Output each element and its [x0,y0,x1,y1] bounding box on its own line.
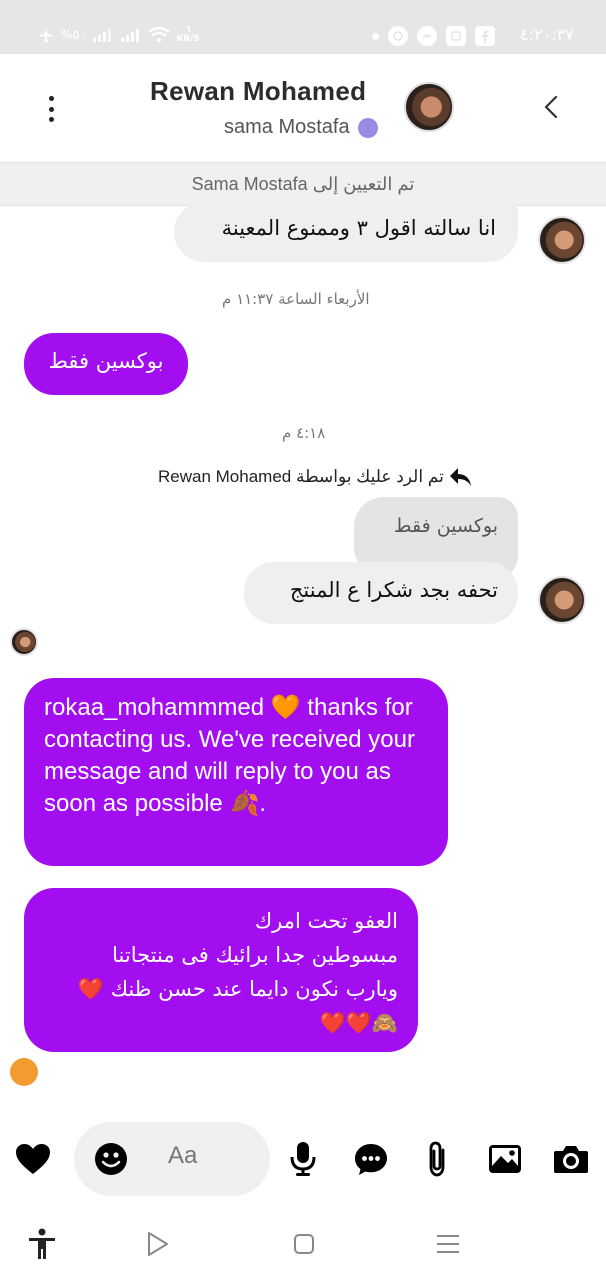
reply-arrow-icon [449,468,471,486]
saved-replies-button[interactable] [352,1140,390,1178]
incoming-message[interactable]: انا سالته اقول ٣ وممنوع المعينة [174,202,518,262]
camera-icon [554,1146,588,1173]
back-arrow-icon[interactable] [540,94,566,120]
message-line: مبسوطين جدا برائيك فى منتجاتنا [112,943,398,967]
whatsapp-icon [388,26,408,46]
clock: ٤:٢٠:٣٧ [520,25,574,44]
like-button[interactable] [14,1140,52,1178]
messenger-icon [417,26,437,46]
app-notification-icon [446,26,466,46]
accessibility-button[interactable] [26,1228,58,1260]
attachment-button[interactable] [418,1140,456,1178]
message-line: 🙈❤️❤️ [319,1011,398,1035]
status-left: %٥٠ ٦ KB/S [38,26,200,44]
microphone-icon [290,1142,316,1176]
play-icon [148,1232,168,1256]
battery-percent: %٥٠ [60,27,87,43]
message-text: rokaa_mohammmed 🧡 thanks for contacting … [44,694,415,817]
quoted-text: بوكسين فقط [393,515,498,537]
message-text: انا سالته اقول ٣ وممنوع المعينة [221,216,496,240]
camera-button[interactable] [552,1140,590,1178]
outgoing-message[interactable]: rokaa_mohammmed 🧡 thanks for contacting … [24,678,448,866]
speed-unit: KB/S [176,34,200,44]
saved-replies-icon [355,1144,387,1175]
home-button[interactable] [288,1228,320,1260]
recent-apps-button[interactable] [432,1228,464,1260]
seen-avatar [10,628,38,656]
conversation-header: Rewan Mohamed sama Mostafa [0,54,606,162]
timestamp: الأربعاء الساعة ١١:٣٧ م [222,290,370,308]
contact-avatar[interactable] [404,82,454,132]
notification-icons [372,26,495,46]
voice-button[interactable] [284,1140,322,1178]
reply-note: تم الرد عليك بواسطة Rewan Mohamed [158,466,472,488]
agent-status-dot [357,117,378,138]
sender-avatar [538,576,586,624]
message-text: بوكسين فقط [48,349,164,373]
emoji-button[interactable] [92,1140,130,1178]
assigned-agent[interactable]: sama Mostafa [224,116,378,139]
outgoing-message[interactable]: بوكسين فقط [24,333,188,395]
timestamp: ٤:١٨ م [282,424,326,442]
input-placeholder: Aa [168,1142,198,1169]
home-square-icon [294,1234,314,1254]
status-bar: %٥٠ ٦ KB/S ٤:٢٠:٣٧ [0,0,606,54]
seen-brand-avatar [10,1058,38,1086]
wifi-icon [148,27,171,42]
contact-name[interactable]: Rewan Mohamed [150,76,366,107]
facebook-icon [475,26,495,46]
image-icon [489,1145,521,1173]
menu-lines-icon [437,1235,459,1253]
signal-icon [93,29,112,42]
reply-note-text: تم الرد عليك بواسطة Rewan Mohamed [158,467,444,486]
message-line: ويارب نكون دايما عند حسن ظنك ❤️ [77,977,398,1001]
media-play-button[interactable] [142,1228,174,1260]
incoming-message[interactable]: تحفه بجد شكرا ع المنتج [244,562,518,624]
network-speed: ٦ KB/S [176,26,200,44]
message-composer: Aa [0,1118,606,1208]
sender-avatar [538,216,586,264]
message-text: تحفه بجد شكرا ع المنتج [289,578,498,602]
heart-icon [16,1144,50,1174]
airplane-icon [39,28,53,42]
emoji-icon [95,1143,127,1175]
more-options-icon[interactable] [46,96,56,122]
system-navigation-bar [0,1208,606,1280]
notification-dot-icon [372,32,379,40]
outgoing-message[interactable]: العفو تحت امرك مبسوطين جدا برائيك فى منت… [24,888,418,1052]
assignment-banner: تم التعيين إلى Sama Mostafa [0,162,606,206]
assigned-agent-name: sama Mostafa [224,116,350,138]
message-line: العفو تحت امرك [254,909,398,933]
attachment-icon [429,1141,445,1177]
accessibility-icon [29,1228,55,1259]
signal-icon-2 [121,29,140,42]
image-button[interactable] [486,1140,524,1178]
